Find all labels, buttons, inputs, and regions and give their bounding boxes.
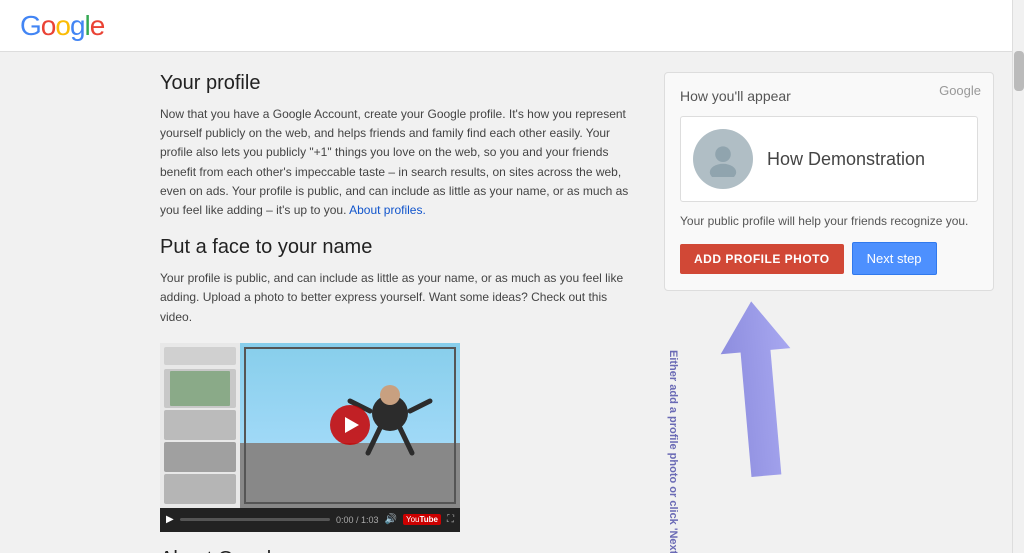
- panel-thumb-3: [164, 442, 236, 472]
- panel-top-bar: [164, 347, 236, 365]
- scrollbar[interactable]: [1012, 0, 1024, 553]
- annotation-text: Either add a profile photo or click 'Nex…: [667, 350, 679, 553]
- scrollbar-thumb[interactable]: [1014, 51, 1024, 91]
- card-buttons: ADD PROFILE PHOTO Next step: [680, 242, 978, 275]
- about-profiles-link[interactable]: About profiles.: [349, 203, 426, 217]
- play-pause-button[interactable]: ▶: [166, 514, 174, 525]
- your-profile-title: Your profile: [160, 72, 634, 95]
- progress-bar[interactable]: [180, 518, 330, 521]
- video-time: 0:00 / 1:03: [336, 515, 379, 525]
- profile-preview-card: Google How you'll appear How Demonstrati…: [664, 72, 994, 291]
- right-column: Google How you'll appear How Demonstrati…: [664, 72, 994, 533]
- avatar-icon: [705, 141, 741, 177]
- video-left-panel: [160, 343, 240, 508]
- annotation-container: Either add a profile photo or click 'Nex…: [664, 301, 994, 481]
- google-logo: Google: [20, 10, 104, 42]
- profile-name: How Demonstration: [767, 149, 925, 170]
- left-column: Your profile Now that you have a Google …: [160, 72, 634, 533]
- play-triangle-icon: [345, 417, 359, 433]
- put-face-body: Your profile is public, and can include …: [160, 269, 634, 327]
- your-profile-body: Now that you have a Google Account, crea…: [160, 105, 634, 220]
- about-google-plus-section: About Google+ Google+ is more than just …: [160, 548, 634, 553]
- put-face-section: Put a face to your name Your profile is …: [160, 236, 634, 532]
- panel-thumb-2: [164, 410, 236, 440]
- card-subtext: Your public profile will help your frien…: [680, 214, 978, 228]
- put-face-title: Put a face to your name: [160, 236, 634, 259]
- play-button[interactable]: [330, 405, 370, 445]
- avatar: [693, 129, 753, 189]
- video-inner: [160, 343, 460, 508]
- video-controls[interactable]: ▶ 0:00 / 1:03 🔊 YouTube ⛶: [160, 508, 460, 532]
- panel-thumb-1: [164, 369, 236, 409]
- video-container[interactable]: ▶ 0:00 / 1:03 🔊 YouTube ⛶: [160, 343, 460, 532]
- profile-preview-inner: How Demonstration: [680, 116, 978, 202]
- video-thumbnail: [240, 343, 460, 508]
- about-title: About Google+: [160, 548, 634, 553]
- main-content: Your profile Now that you have a Google …: [0, 52, 1024, 553]
- card-header-text: How you'll appear: [680, 88, 978, 104]
- fullscreen-button[interactable]: ⛶: [447, 514, 454, 525]
- add-profile-photo-button[interactable]: ADD PROFILE PHOTO: [680, 244, 844, 274]
- annotation-text-wrapper: Either add a profile photo or click 'Nex…: [665, 350, 683, 530]
- your-profile-section: Your profile Now that you have a Google …: [160, 72, 634, 220]
- card-google-label: Google: [939, 83, 981, 98]
- next-step-button[interactable]: Next step: [852, 242, 937, 275]
- youtube-logo: YouTube: [403, 514, 441, 525]
- annotation-arrow-svg: [686, 286, 833, 497]
- header: Google: [0, 0, 1024, 52]
- panel-thumb-4: [164, 474, 236, 504]
- volume-button[interactable]: 🔊: [385, 514, 397, 525]
